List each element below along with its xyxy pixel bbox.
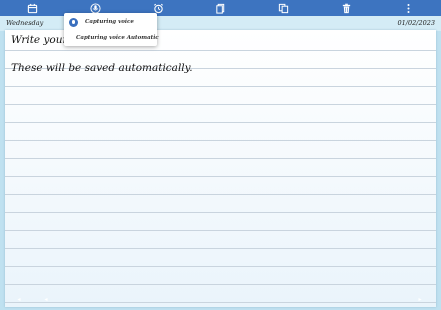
note-editor[interactable]: Write your N These will be saved automat… [5,30,436,307]
date-label[interactable]: 01/02/2023 [398,19,435,27]
copy-icon[interactable] [214,2,226,14]
menu-item-capturing-voice-automatic[interactable]: Capturing voice Automatic [64,30,159,46]
note-text-line-2[interactable]: These will be saved automatically. [11,62,193,74]
duplicate-icon[interactable] [277,2,289,14]
menu-item-label: Capturing voice Automatic [76,35,159,41]
voice-capture-menu: Capturing voice Capturing voice Automati… [64,13,159,46]
more-vertical-icon[interactable] [402,2,414,14]
menu-item-label: Capturing voice [85,19,134,25]
scroll-left-icon[interactable]: ◂ [16,297,22,303]
menu-item-capturing-voice[interactable]: Capturing voice [64,14,157,30]
scroll-left-icon-2[interactable]: ◂ [43,297,49,303]
voice-capture-icon [69,17,78,27]
day-label: Wednesday [6,19,44,27]
calendar-icon[interactable] [26,2,38,14]
trash-icon[interactable] [340,2,352,14]
scroll-right-icon[interactable]: ▸ [417,297,423,303]
